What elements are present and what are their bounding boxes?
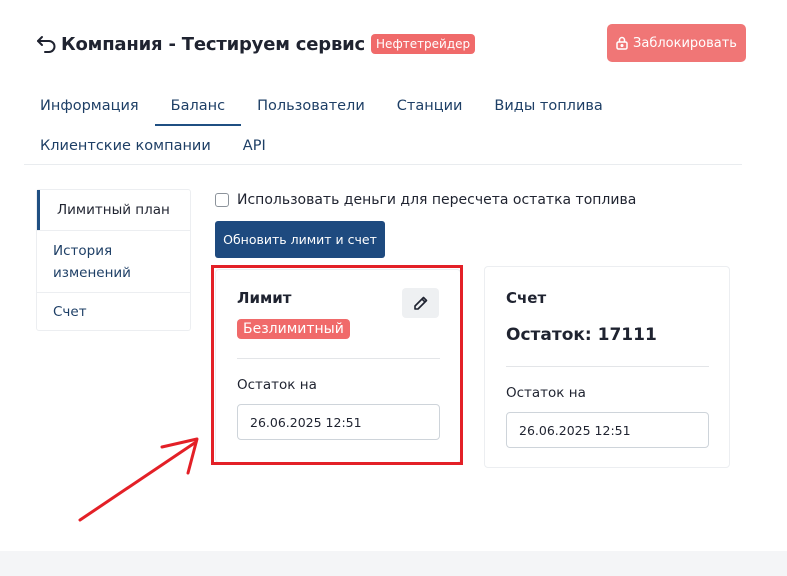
annotation-arrow	[78, 437, 199, 522]
side-item-account[interactable]: Счет	[37, 292, 190, 330]
account-date-input[interactable]	[506, 412, 709, 448]
tab-api[interactable]: API	[227, 126, 282, 166]
limit-balance-label: Остаток на	[237, 377, 317, 393]
use-money-checkbox-label[interactable]: Использовать деньги для пересчета остатк…	[237, 192, 636, 208]
block-button-label: Заблокировать	[633, 35, 737, 51]
balance-side-menu: Лимитный план История изменений Счет	[36, 189, 191, 331]
tab-users[interactable]: Пользователи	[241, 86, 381, 126]
page-title: Компания - Тестируем сервис	[61, 33, 366, 55]
account-balance-label: Остаток на	[506, 385, 586, 401]
tabs-divider	[24, 164, 742, 165]
footer-strip	[0, 551, 787, 576]
page-header: Компания - Тестируем сервис Нефтетрейдер	[36, 30, 476, 58]
update-limit-and-account-button[interactable]: Обновить лимит и счет	[215, 221, 385, 258]
side-item-change-history[interactable]: История изменений	[37, 230, 190, 292]
tabs-row-2: Клиентские компании API	[24, 126, 282, 166]
use-money-checkbox[interactable]	[215, 193, 229, 207]
account-card-title: Счет	[506, 289, 547, 307]
tab-client-companies[interactable]: Клиентские компании	[24, 126, 227, 166]
use-money-checkbox-row[interactable]: Использовать деньги для пересчета остатк…	[215, 192, 636, 208]
tabs-row-1: Информация Баланс Пользователи Станции В…	[24, 86, 619, 126]
side-item-limit-plan[interactable]: Лимитный план	[37, 190, 190, 230]
unlimited-badge: Безлимитный	[237, 319, 350, 339]
pencil-icon	[413, 296, 427, 310]
limit-card-divider	[237, 358, 440, 359]
edit-limit-button[interactable]	[402, 288, 439, 318]
account-card: Счет Остаток: 17111 Остаток на	[484, 266, 730, 468]
account-balance-text: Остаток: 17111	[506, 325, 657, 345]
limit-card: Лимит Безлимитный Остаток на	[215, 269, 461, 463]
tab-information[interactable]: Информация	[24, 86, 155, 126]
tab-balance[interactable]: Баланс	[154, 86, 242, 126]
tab-fuel-types[interactable]: Виды топлива	[478, 86, 618, 126]
tab-stations[interactable]: Станции	[381, 86, 479, 126]
block-company-button[interactable]: Заблокировать	[607, 24, 746, 62]
limit-date-input[interactable]	[237, 404, 440, 440]
org-type-badge: Нефтетрейдер	[371, 34, 476, 54]
account-card-divider	[506, 366, 709, 367]
limit-card-title: Лимит	[237, 289, 292, 307]
lock-icon	[616, 36, 628, 50]
arrow-back-icon[interactable]	[36, 34, 60, 54]
